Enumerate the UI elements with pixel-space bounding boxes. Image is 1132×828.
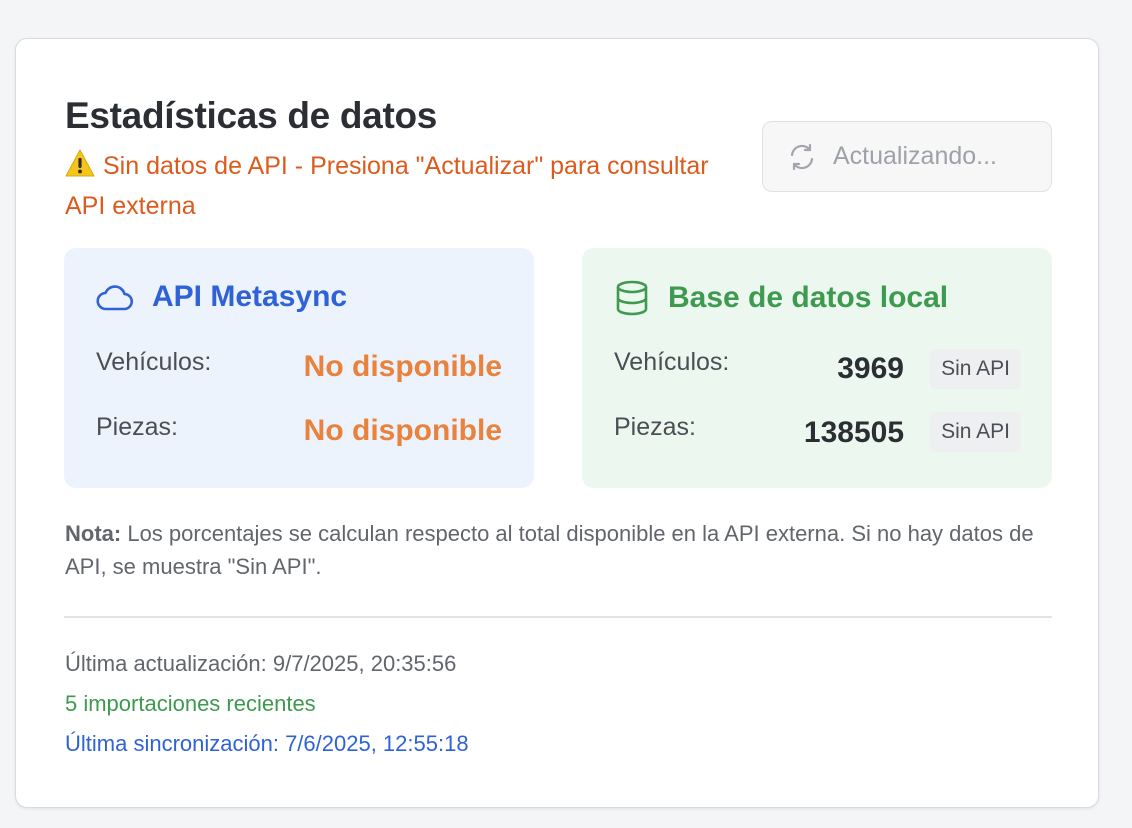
last-sync-text: Última sincronización: 7/6/2025, 12:55:1… [65, 731, 469, 756]
divider [64, 616, 1052, 618]
local-vehicles-badge: Sin API [930, 349, 1021, 389]
api-parts-label: Piezas: [96, 413, 178, 441]
api-vehicles-label: Vehículos: [96, 348, 212, 376]
database-icon [616, 280, 648, 316]
last-update-text: Última actualización: 9/7/2025, 20:35:56 [65, 651, 457, 676]
local-parts-badge: Sin API [930, 412, 1021, 452]
api-panel-header: API Metasync [96, 280, 347, 314]
recent-imports-text: 5 importaciones recientes [65, 691, 316, 716]
local-vehicles-label: Vehículos: [614, 348, 730, 376]
api-panel-title: API Metasync [152, 280, 348, 313]
note-text: Nota: Los porcentajes se calculan respec… [65, 517, 1055, 583]
warning-icon [65, 149, 95, 189]
local-parts-count: 138505 [803, 416, 904, 449]
refresh-icon [790, 143, 814, 170]
api-parts-value: No disponible [303, 414, 502, 447]
warning-text: Sin datos de API - Presiona "Actualizar"… [65, 152, 709, 220]
refresh-button-label: Actualizando... [833, 142, 997, 170]
local-parts-label: Piezas: [614, 413, 696, 441]
api-metasync-panel: API Metasync Vehículos: No disponible Pi… [64, 248, 534, 488]
local-vehicles-count: 3969 [837, 352, 904, 385]
note-label: Nota: [65, 521, 122, 546]
refresh-button[interactable]: Actualizando... [762, 121, 1052, 192]
cloud-icon [96, 285, 134, 311]
stats-card: Estadísticas de datos Sin datos de API -… [15, 38, 1099, 808]
note-body: Los porcentajes se calculan respecto al … [65, 521, 1034, 579]
page-title: Estadísticas de datos [65, 95, 438, 136]
api-vehicles-value: No disponible [303, 350, 502, 383]
local-database-panel: Base de datos local Vehículos: 3969 Sin … [582, 248, 1052, 488]
local-panel-title: Base de datos local [668, 281, 949, 314]
api-warning-message: Sin datos de API - Presiona "Actualizar"… [65, 146, 725, 226]
local-panel-header: Base de datos local [614, 280, 948, 316]
